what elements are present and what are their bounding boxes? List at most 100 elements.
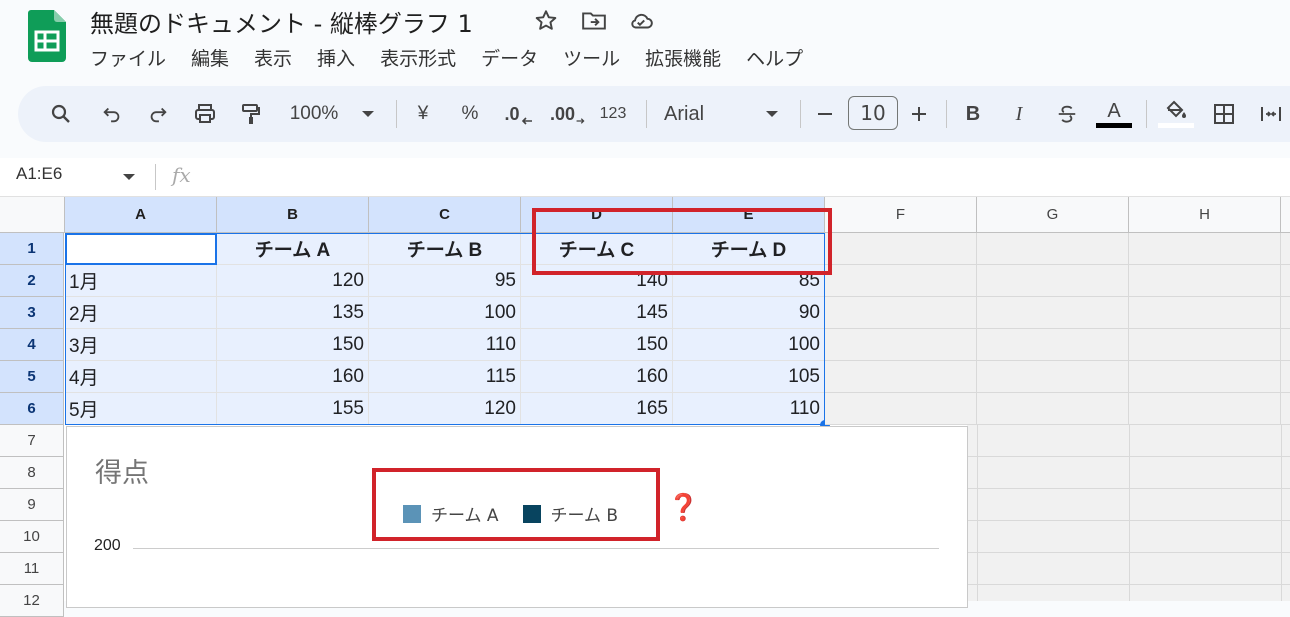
cell-a3[interactable]: 2月 bbox=[65, 297, 217, 329]
arrow-left-icon bbox=[521, 117, 532, 125]
name-box-chevron-icon[interactable] bbox=[122, 172, 136, 182]
empty-cells-area[interactable] bbox=[825, 233, 1290, 425]
name-box[interactable]: A1:E6 bbox=[16, 164, 62, 184]
print-icon[interactable] bbox=[190, 86, 220, 142]
cell-d5[interactable]: 160 bbox=[521, 361, 673, 393]
row-header-5[interactable]: 5 bbox=[0, 361, 64, 393]
star-icon[interactable] bbox=[533, 8, 559, 34]
row-header-3[interactable]: 3 bbox=[0, 297, 64, 329]
row-header-11[interactable]: 11 bbox=[0, 553, 64, 585]
cell-c1[interactable]: チーム B bbox=[369, 233, 521, 265]
menu-extensions[interactable]: 拡張機能 bbox=[645, 44, 721, 71]
move-folder-icon[interactable] bbox=[581, 8, 607, 34]
cell-a1[interactable] bbox=[65, 233, 217, 265]
select-all-corner[interactable] bbox=[0, 197, 65, 233]
cell-e4[interactable]: 100 bbox=[673, 329, 825, 361]
decrease-decimal-button[interactable]: .0 bbox=[504, 86, 534, 142]
row-header-8[interactable]: 8 bbox=[0, 457, 64, 489]
paint-format-icon[interactable] bbox=[236, 86, 266, 142]
cell-c6[interactable]: 120 bbox=[369, 393, 521, 425]
row-header-7[interactable]: 7 bbox=[0, 425, 64, 457]
cloud-saved-icon[interactable] bbox=[628, 8, 654, 34]
italic-button[interactable]: I bbox=[1008, 86, 1030, 142]
menu-help[interactable]: ヘルプ bbox=[746, 44, 803, 71]
merge-icon[interactable] bbox=[1258, 86, 1284, 142]
minus-icon[interactable] bbox=[814, 86, 836, 142]
highlight-box-teams-c-d bbox=[532, 208, 832, 275]
menu-insert[interactable]: 挿入 bbox=[317, 44, 355, 71]
cell-e5[interactable]: 105 bbox=[673, 361, 825, 393]
percent-format-button[interactable]: % bbox=[458, 86, 482, 142]
cell-b3[interactable]: 135 bbox=[217, 297, 369, 329]
increase-decimal-button[interactable]: .00 bbox=[550, 86, 586, 142]
menu-data[interactable]: データ bbox=[481, 44, 538, 71]
cell-b1[interactable]: チーム A bbox=[217, 233, 369, 265]
divider bbox=[1146, 100, 1147, 128]
cell-a2[interactable]: 1月 bbox=[65, 265, 217, 297]
divider bbox=[946, 100, 947, 128]
number-format-button[interactable]: 123 bbox=[596, 86, 630, 142]
y-axis-tick-label: 200 bbox=[94, 537, 121, 554]
empty-cells-area-lower[interactable] bbox=[967, 425, 1290, 601]
formula-bar: A1:E6 fx bbox=[0, 158, 1290, 197]
cell-e6[interactable]: 110 bbox=[673, 393, 825, 425]
fill-color-swatch bbox=[1158, 123, 1194, 128]
zoom-select[interactable]: 100% bbox=[284, 86, 344, 142]
document-title[interactable]: 無題のドキュメント - 縦棒グラフ 1 bbox=[90, 4, 473, 39]
column-header-b[interactable]: B bbox=[217, 197, 369, 233]
row-header-2[interactable]: 2 bbox=[0, 265, 64, 297]
chart-title[interactable]: 得点 bbox=[95, 451, 149, 490]
cell-a6[interactable]: 5月 bbox=[65, 393, 217, 425]
text-color-letter: A bbox=[1107, 99, 1121, 122]
cell-c5[interactable]: 115 bbox=[369, 361, 521, 393]
row-header-9[interactable]: 9 bbox=[0, 489, 64, 521]
menu-view[interactable]: 表示 bbox=[254, 44, 292, 71]
undo-icon[interactable] bbox=[98, 86, 126, 142]
menu-edit[interactable]: 編集 bbox=[191, 44, 229, 71]
row-header-6[interactable]: 6 bbox=[0, 393, 64, 425]
text-color-button[interactable]: A bbox=[1096, 86, 1132, 142]
font-select[interactable]: Arial bbox=[664, 86, 712, 142]
cell-b5[interactable]: 160 bbox=[217, 361, 369, 393]
row-header-4[interactable]: 4 bbox=[0, 329, 64, 361]
borders-icon[interactable] bbox=[1210, 86, 1238, 142]
column-header-c[interactable]: C bbox=[369, 197, 521, 233]
plus-icon[interactable] bbox=[908, 86, 930, 142]
sheets-logo-icon[interactable] bbox=[28, 10, 66, 62]
cell-b2[interactable]: 120 bbox=[217, 265, 369, 297]
cell-a4[interactable]: 3月 bbox=[65, 329, 217, 361]
column-header-g[interactable]: G bbox=[977, 197, 1129, 233]
redo-icon[interactable] bbox=[144, 86, 172, 142]
strikethrough-icon[interactable] bbox=[1054, 86, 1080, 142]
menu-file[interactable]: ファイル bbox=[90, 44, 166, 71]
row-header-10[interactable]: 10 bbox=[0, 521, 64, 553]
font-chevron-down-icon[interactable] bbox=[762, 86, 782, 142]
menu-format[interactable]: 表示形式 bbox=[380, 44, 456, 71]
bold-button[interactable]: B bbox=[962, 86, 984, 142]
row-header-1[interactable]: 1 bbox=[0, 233, 64, 265]
chevron-down-icon[interactable] bbox=[358, 86, 378, 142]
currency-format-button[interactable]: ¥ bbox=[412, 86, 434, 142]
cell-e3[interactable]: 90 bbox=[673, 297, 825, 329]
cell-a5[interactable]: 4月 bbox=[65, 361, 217, 393]
text-color-swatch bbox=[1096, 122, 1132, 128]
cell-b6[interactable]: 155 bbox=[217, 393, 369, 425]
cell-d3[interactable]: 145 bbox=[521, 297, 673, 329]
cell-c2[interactable]: 95 bbox=[369, 265, 521, 297]
formula-input[interactable] bbox=[205, 162, 1285, 192]
column-header-a[interactable]: A bbox=[65, 197, 217, 233]
cell-d6[interactable]: 165 bbox=[521, 393, 673, 425]
menu-tools[interactable]: ツール bbox=[563, 44, 620, 71]
cell-c4[interactable]: 110 bbox=[369, 329, 521, 361]
cell-b4[interactable]: 150 bbox=[217, 329, 369, 361]
arrow-right-icon bbox=[576, 118, 585, 124]
cell-c3[interactable]: 100 bbox=[369, 297, 521, 329]
fill-color-icon[interactable] bbox=[1158, 86, 1194, 142]
column-header-next[interactable] bbox=[1281, 197, 1290, 233]
font-size-input[interactable]: 10 bbox=[848, 96, 898, 130]
column-header-f[interactable]: F bbox=[825, 197, 977, 233]
column-header-h[interactable]: H bbox=[1129, 197, 1281, 233]
search-icon[interactable] bbox=[46, 86, 76, 142]
row-header-12[interactable]: 12 bbox=[0, 585, 64, 617]
cell-d4[interactable]: 150 bbox=[521, 329, 673, 361]
